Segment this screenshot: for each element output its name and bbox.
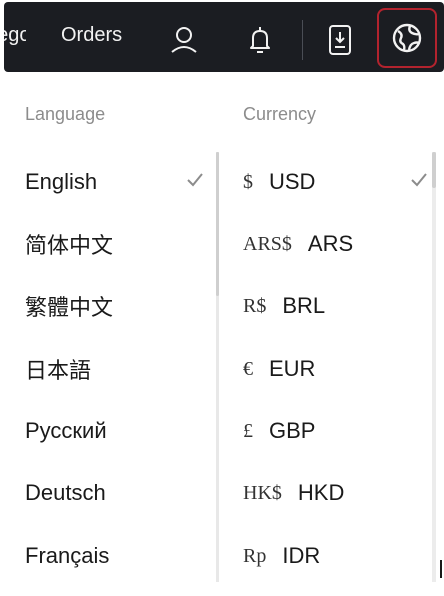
currency-scrollbar-thumb[interactable]	[432, 152, 436, 188]
currency-option-ars[interactable]: ARS$ ARS	[218, 213, 440, 275]
currency-code: USD	[269, 169, 316, 194]
text-cursor	[440, 560, 442, 578]
language-option-label: Русский	[25, 418, 107, 443]
language-option-label: 简体中文	[25, 233, 114, 258]
language-option-traditional-chinese[interactable]: 繁體中文	[0, 275, 216, 337]
bell-icon	[250, 27, 270, 53]
currency-list-scrollbar[interactable]	[432, 152, 436, 582]
currency-option-eur[interactable]: € EUR	[218, 338, 440, 400]
language-option-french[interactable]: Français	[0, 525, 216, 587]
currency-code: EUR	[269, 356, 316, 381]
account-button[interactable]	[164, 20, 204, 60]
notifications-button[interactable]	[240, 20, 280, 60]
currency-option-usd[interactable]: $ USD	[218, 151, 440, 213]
language-option-label: English	[25, 169, 98, 194]
nav-item-categories[interactable]: Categories	[4, 22, 26, 48]
download-app-button[interactable]	[320, 20, 360, 60]
currency-symbol: HK$	[243, 481, 282, 504]
currency-code: BRL	[282, 293, 326, 318]
language-option-label: 日本語	[25, 358, 92, 383]
language-option-japanese[interactable]: 日本語	[0, 338, 216, 400]
currency-heading: Currency	[243, 104, 317, 124]
currency-symbol: €	[243, 357, 253, 380]
currency-option-idr[interactable]: Rp IDR	[218, 525, 440, 587]
check-icon	[187, 173, 203, 187]
currency-symbol: £	[243, 419, 253, 442]
language-option-simplified-chinese[interactable]: 简体中文	[0, 213, 216, 275]
user-icon	[171, 27, 197, 53]
check-icon	[411, 173, 427, 187]
currency-symbol: ARS$	[243, 232, 292, 255]
top-nav-bar: Categories Orders	[0, 0, 444, 78]
nav-item-orders[interactable]: Orders	[61, 22, 122, 48]
language-option-label: 繁體中文	[25, 295, 114, 320]
currency-code: IDR	[282, 543, 321, 568]
download-app-icon	[329, 25, 351, 55]
currency-symbol: R$	[243, 294, 267, 317]
currency-option-brl[interactable]: R$ BRL	[218, 275, 440, 337]
nav-item-categories-label: Categories	[4, 24, 26, 46]
currency-option-hkd[interactable]: HK$ HKD	[218, 462, 440, 524]
currency-code: ARS	[307, 231, 354, 256]
currency-code: GBP	[269, 418, 316, 443]
currency-symbol: $	[243, 170, 253, 193]
language-currency-button[interactable]	[377, 8, 437, 68]
currency-symbol: Rp	[243, 544, 267, 567]
nav-separator	[302, 20, 303, 60]
language-option-label: Deutsch	[25, 480, 106, 505]
currency-code: HKD	[297, 480, 345, 505]
currency-option-gbp[interactable]: £ GBP	[218, 400, 440, 462]
language-option-english[interactable]: English	[0, 151, 216, 213]
globe-icon	[392, 23, 422, 53]
language-option-label: Français	[25, 543, 110, 568]
language-heading: Language	[25, 104, 106, 124]
language-option-russian[interactable]: Русский	[0, 400, 216, 462]
language-option-german[interactable]: Deutsch	[0, 462, 216, 524]
